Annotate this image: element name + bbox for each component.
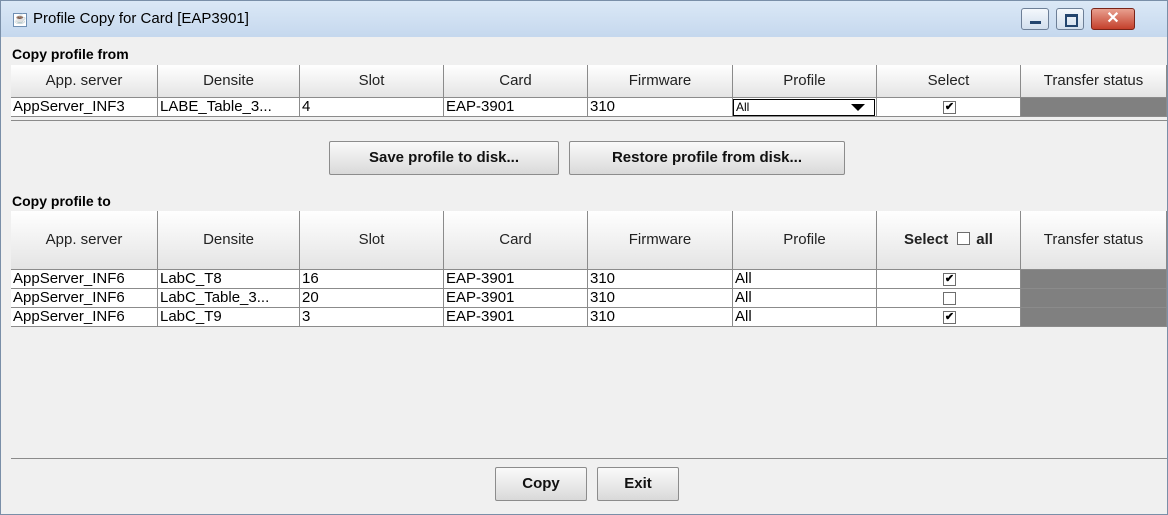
table-cell-card[interactable]: EAP-3901 <box>444 98 588 117</box>
table-cell-firmware[interactable]: 310 <box>588 98 733 117</box>
profile-dropdown-value: All <box>736 100 750 114</box>
window-title: Profile Copy for Card [EAP3901] <box>33 10 249 27</box>
java-app-icon: ☕ <box>13 13 27 27</box>
column-header[interactable]: Densite <box>158 211 300 270</box>
copy-to-table: App. server Densite Slot Card Firmware Profil… <box>11 211 1167 459</box>
table-cell-firmware: 310 <box>588 289 733 308</box>
table-cell-app-server: AppServer_INF6 <box>11 308 158 327</box>
column-header[interactable]: Select <box>877 65 1021 98</box>
select-checkbox[interactable] <box>943 292 956 305</box>
transfer-status-cell <box>1021 98 1167 117</box>
table-cell-profile: All <box>733 270 877 289</box>
table-cell-select: ✔ <box>877 270 1021 289</box>
close-icon: ✕ <box>1106 10 1120 27</box>
copy-to-header: App. server Densite Slot Card Firmware Profil… <box>11 211 1167 270</box>
table-cell-densite: LabC_Table_3... <box>158 289 300 308</box>
table-cell-card: EAP-3901 <box>444 270 588 289</box>
profile-dropdown[interactable]: All <box>733 99 875 116</box>
copy-from-row[interactable]: AppServer_INF3 LABE_Table_3... 4 EAP-3901 31… <box>11 98 1167 117</box>
column-header[interactable]: Densite <box>158 65 300 98</box>
column-header[interactable]: App. server <box>11 211 158 270</box>
transfer-status-cell <box>1021 308 1167 327</box>
exit-button[interactable]: Exit <box>597 467 679 501</box>
table-cell-slot: 16 <box>300 270 444 289</box>
profile-copy-window: ☕ Profile Copy for Card [EAP3901] ✕ Copy… <box>0 0 1168 515</box>
column-header[interactable]: Slot <box>300 65 444 98</box>
restore-profile-button[interactable]: Restore profile from disk... <box>569 141 845 175</box>
table-row[interactable]: AppServer_INF6 LabC_T8 16 EAP-3901 310 All ✔ <box>11 270 1167 289</box>
title-bar[interactable]: ☕ Profile Copy for Card [EAP3901] ✕ <box>1 1 1167 37</box>
select-all-label: all <box>976 231 993 248</box>
close-button[interactable]: ✕ <box>1091 8 1135 30</box>
copy-from-header: App. server Densite Slot Card Firmware Profil… <box>11 65 1167 98</box>
column-header[interactable]: Firmware <box>588 65 733 98</box>
table-cell-densite: LabC_T8 <box>158 270 300 289</box>
copy-from-table-border <box>11 118 1167 121</box>
transfer-status-cell <box>1021 289 1167 308</box>
table-cell-profile: All <box>733 289 877 308</box>
table-cell-app-server: AppServer_INF6 <box>11 289 158 308</box>
table-cell-select <box>877 289 1021 308</box>
select-all-header[interactable]: Select all <box>877 211 1021 270</box>
table-cell-slot: 20 <box>300 289 444 308</box>
column-header[interactable]: Slot <box>300 211 444 270</box>
table-cell-densite[interactable]: LABE_Table_3... <box>158 98 300 117</box>
column-header[interactable]: Profile <box>733 211 877 270</box>
table-cell-app-server[interactable]: AppServer_INF3 <box>11 98 158 117</box>
column-header[interactable]: App. server <box>11 65 158 98</box>
column-header[interactable]: Profile <box>733 65 877 98</box>
minimize-button[interactable] <box>1021 8 1049 30</box>
maximize-button[interactable] <box>1056 8 1084 30</box>
table-cell-select: ✔ <box>877 308 1021 327</box>
chevron-down-icon <box>851 104 865 111</box>
table-cell-densite: LabC_T9 <box>158 308 300 327</box>
column-header[interactable]: Transfer status <box>1021 211 1167 270</box>
select-all-checkbox[interactable] <box>957 232 971 245</box>
table-row[interactable]: AppServer_INF6 LabC_T9 3 EAP-3901 310 All ✔ <box>11 308 1167 327</box>
maximize-icon <box>1065 14 1078 27</box>
save-profile-button[interactable]: Save profile to disk... <box>329 141 559 175</box>
table-cell-slot[interactable]: 4 <box>300 98 444 117</box>
table-cell-slot: 3 <box>300 308 444 327</box>
minimize-icon <box>1030 21 1041 24</box>
table-cell-app-server: AppServer_INF6 <box>11 270 158 289</box>
copy-from-table: App. server Densite Slot Card Firmware Profil… <box>11 65 1167 123</box>
copy-from-label: Copy profile from <box>12 46 129 62</box>
table-cell-select: ✔ <box>877 98 1021 117</box>
column-header[interactable]: Card <box>444 65 588 98</box>
table-cell-firmware: 310 <box>588 308 733 327</box>
copy-button[interactable]: Copy <box>495 467 587 501</box>
transfer-status-cell <box>1021 270 1167 289</box>
table-cell-profile: All <box>733 308 877 327</box>
table-cell-firmware: 310 <box>588 270 733 289</box>
table-cell-card: EAP-3901 <box>444 308 588 327</box>
column-header[interactable]: Firmware <box>588 211 733 270</box>
table-row[interactable]: AppServer_INF6 LabC_Table_3... 20 EAP-3901 3… <box>11 289 1167 308</box>
column-header[interactable]: Transfer status <box>1021 65 1167 98</box>
column-header[interactable]: Card <box>444 211 588 270</box>
copy-to-label: Copy profile to <box>12 193 111 209</box>
select-checkbox[interactable]: ✔ <box>943 273 956 286</box>
select-checkbox[interactable]: ✔ <box>943 101 956 114</box>
table-cell-card: EAP-3901 <box>444 289 588 308</box>
select-checkbox[interactable]: ✔ <box>943 311 956 324</box>
select-header-label: Select <box>904 231 949 248</box>
